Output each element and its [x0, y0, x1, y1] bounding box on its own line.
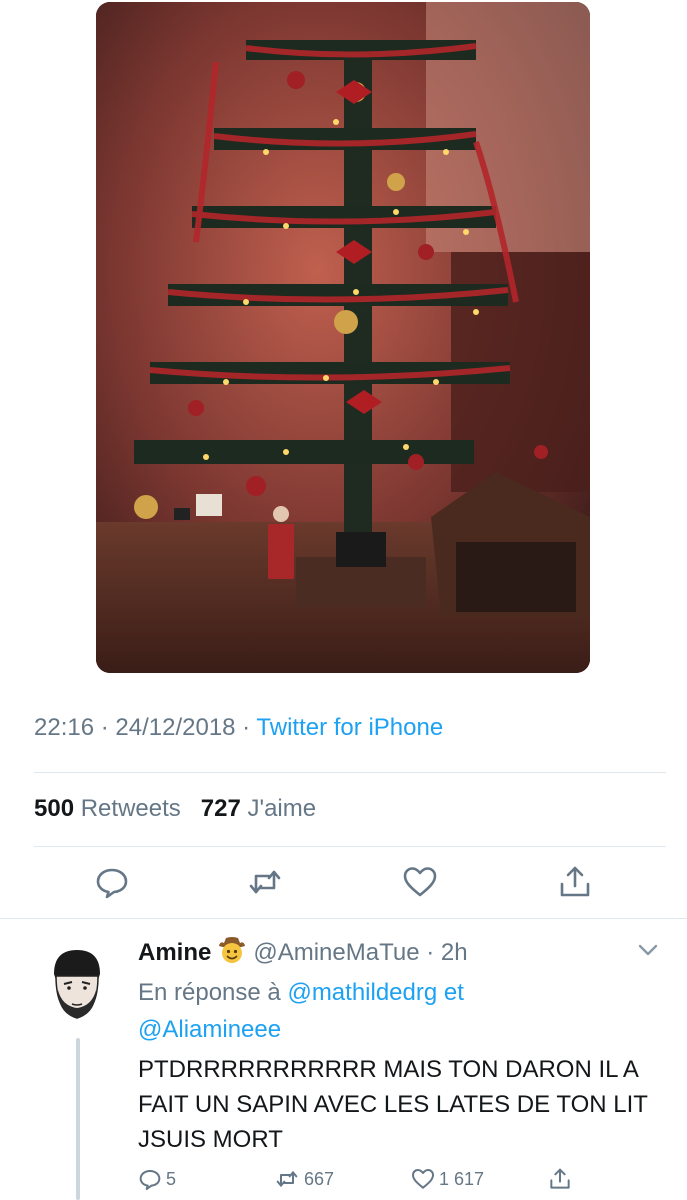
like-count: 1 617 — [439, 1168, 485, 1189]
in-reply-to: En réponse à @mathildedrg et @Aliamineee — [138, 974, 658, 1048]
tweet-stats: 500 Retweets 727 J'aime — [34, 795, 316, 823]
likes-label: J'aime — [247, 795, 317, 822]
reply-separator: · — [419, 939, 441, 966]
share-icon[interactable] — [557, 864, 593, 900]
retweet-icon — [276, 1171, 298, 1187]
mention-link[interactable]: @mathildedrg — [287, 979, 437, 1006]
reply-share-button[interactable] — [548, 1167, 572, 1191]
divider — [34, 772, 666, 773]
divider — [0, 918, 687, 919]
reply-retweet-button[interactable]: 667 — [274, 1167, 334, 1191]
retweets-stat[interactable]: 500 Retweets — [34, 795, 181, 822]
cowboy-emoji-icon — [217, 936, 247, 971]
reply-icon[interactable] — [94, 864, 130, 900]
reply-reply-button[interactable]: 5 — [138, 1167, 176, 1191]
retweets-label: Retweets — [80, 795, 181, 822]
mention-link[interactable]: @Aliamineee — [138, 1016, 281, 1043]
reply-text: PTDRRRRRRRRRRR MAIS TON DARON IL A FAIT … — [138, 1056, 648, 1153]
tweet-source-link[interactable]: Twitter for iPhone — [256, 714, 443, 741]
divider — [34, 846, 666, 847]
retweet-count: 667 — [304, 1168, 335, 1189]
christmas-tree-photo — [96, 2, 590, 673]
meta-separator: · — [94, 714, 116, 741]
reply-handle[interactable]: @AmineMaTue — [253, 939, 419, 966]
reply-author-name[interactable]: Amine — [138, 939, 211, 966]
like-icon — [412, 1169, 434, 1189]
tweet-time: 22:16 — [34, 714, 95, 741]
reply-like-button[interactable]: 1 617 — [411, 1167, 484, 1191]
reply-tweet[interactable]: Amine @AmineMaTue · 2h En réponse à @math… — [0, 920, 687, 1200]
reply-header: Amine @AmineMaTue · 2h — [138, 936, 468, 971]
meta-separator: · — [235, 714, 257, 741]
reply-time: 2h — [440, 939, 468, 966]
share-icon — [550, 1168, 570, 1189]
likes-count: 727 — [200, 795, 241, 822]
tweet-date: 24/12/2018 — [115, 714, 236, 741]
chevron-down-icon[interactable] — [636, 940, 660, 960]
reply-count: 5 — [166, 1168, 177, 1189]
in-reply-prefix: En réponse à — [138, 979, 281, 1006]
likes-stat[interactable]: 727 J'aime — [201, 795, 316, 822]
and-word: et — [443, 979, 464, 1006]
tweet-photo[interactable] — [96, 2, 590, 673]
reply-action-bar: 5 667 1 617 — [0, 1167, 687, 1197]
avatar[interactable] — [44, 946, 110, 1022]
retweet-icon[interactable] — [247, 864, 283, 900]
like-icon[interactable] — [402, 864, 438, 900]
retweets-count: 500 — [34, 795, 75, 822]
reply-icon — [139, 1170, 161, 1190]
tweet-meta: 22:16 · 24/12/2018 · Twitter for iPhone — [34, 714, 443, 742]
